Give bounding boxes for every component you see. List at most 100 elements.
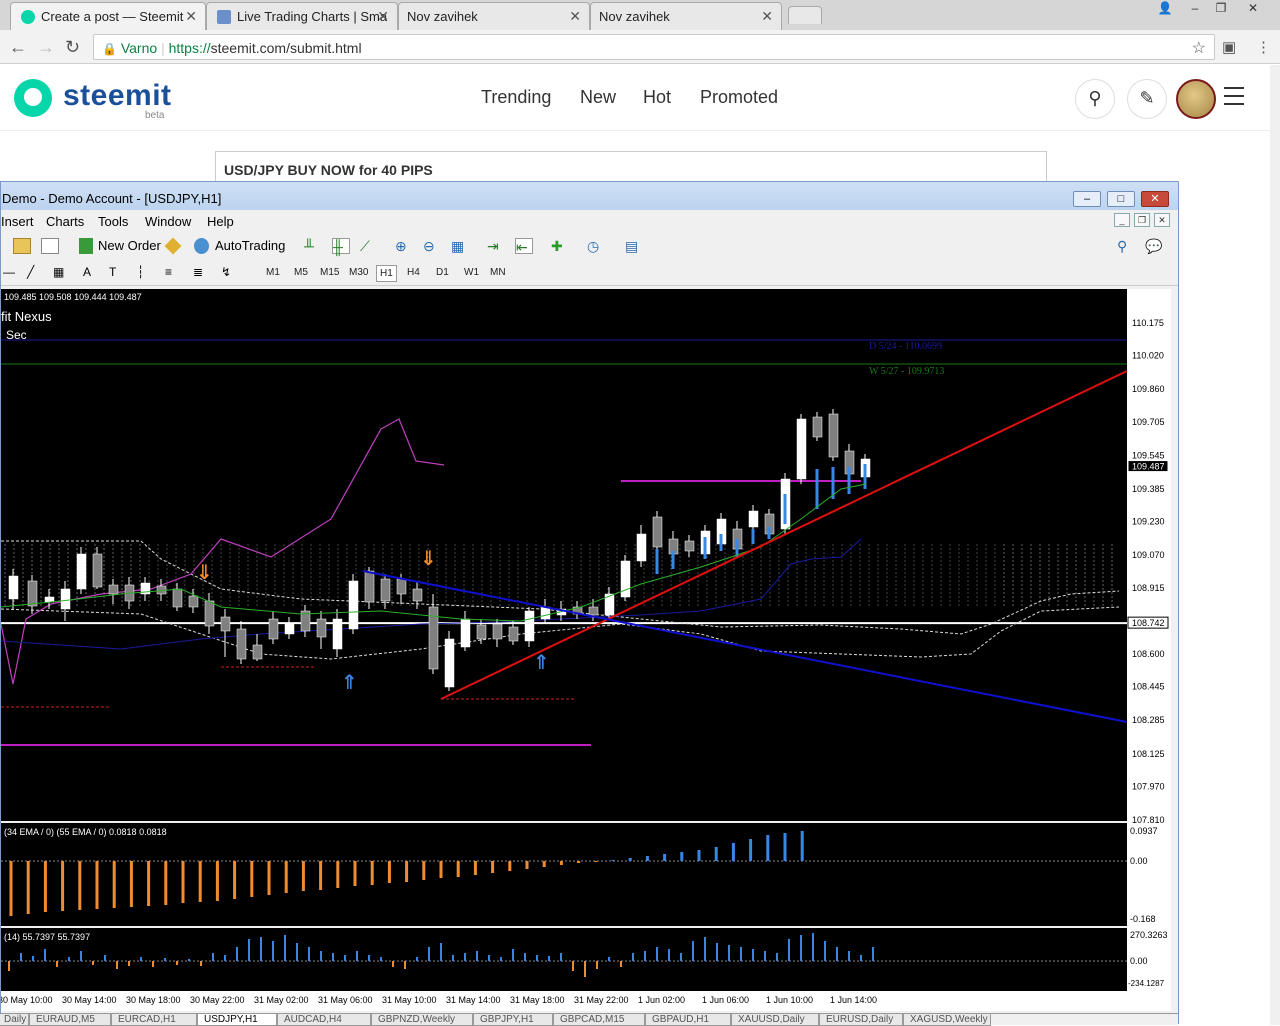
fibo-icon[interactable]: ┆ [137, 265, 155, 281]
chart-tab[interactable]: Daily [0, 1014, 29, 1026]
child-close-icon[interactable]: ✕ [1154, 213, 1170, 227]
steemit-logo-icon[interactable] [14, 79, 52, 117]
close-tab-icon[interactable]: ✕ [761, 8, 773, 25]
auto-scroll-icon[interactable]: ⇤ [515, 238, 533, 255]
mt4-minimize-icon[interactable]: – [1073, 191, 1101, 207]
time-tick-label: 1 Jun 06:00 [702, 995, 749, 1005]
close-tab-icon[interactable]: ✕ [569, 8, 581, 25]
open-folder-icon[interactable] [13, 238, 31, 254]
new-order-button[interactable]: New Order [98, 238, 161, 253]
timeframe-mn[interactable]: MN [487, 265, 509, 282]
hamburger-menu-icon[interactable] [1224, 87, 1244, 111]
mt4-maximize-icon[interactable]: □ [1107, 191, 1135, 207]
fibo-fan-icon[interactable]: ≡ [165, 265, 183, 281]
daily-level-label: D 5/24 - 110.0699 [869, 341, 942, 352]
timeframe-d1[interactable]: D1 [433, 265, 452, 282]
candle [796, 418, 807, 480]
menu-insert[interactable]: Insert [1, 214, 34, 229]
nav-trending[interactable]: Trending [481, 87, 551, 108]
bookmark-star-icon[interactable]: ☆ [1192, 38, 1206, 58]
chart-tab[interactable]: XAUUSD,Daily [731, 1014, 819, 1026]
menu-charts[interactable]: Charts [46, 214, 84, 229]
chart-tab[interactable]: GBPAUD,H1 [645, 1014, 731, 1026]
text-label-icon[interactable]: T [109, 265, 127, 281]
chart-tab[interactable]: AUDCAD,H4 [277, 1014, 371, 1026]
chart-area[interactable]: 110.175 110.020 109.860 109.705 109.545 109.3… [1, 289, 1171, 1011]
close-tab-icon[interactable]: ✕ [377, 8, 389, 25]
line-chart-icon[interactable]: ⟋ [360, 238, 378, 254]
chart-tab[interactable]: EURCAD,H1 [111, 1014, 197, 1026]
write-post-button[interactable]: ✎ [1127, 79, 1167, 119]
browser-tab-live-charts[interactable]: Live Trading Charts | Sma ✕ [206, 2, 398, 30]
timeframe-w1[interactable]: W1 [461, 265, 482, 282]
experts-icon[interactable] [164, 237, 182, 255]
candle [636, 533, 647, 562]
indicators-icon[interactable]: ✚ [551, 238, 569, 254]
chart-tab[interactable]: XAGUSD,Weekly [903, 1014, 991, 1026]
timeframe-h1[interactable]: H1 [376, 265, 397, 282]
timeframe-m30[interactable]: M30 [346, 265, 371, 282]
timeframe-m15[interactable]: M15 [317, 265, 342, 282]
price-chart[interactable]: 110.175 110.020 109.860 109.705 109.545 109.3… [1, 289, 1171, 1011]
timeframe-m5[interactable]: M5 [291, 265, 311, 282]
templates-icon[interactable]: ▤ [625, 238, 643, 254]
trendline-icon[interactable]: ╱ [27, 265, 45, 281]
chart-tab[interactable]: USDJPY,H1 [197, 1014, 277, 1026]
nav-hot[interactable]: Hot [643, 87, 671, 108]
nav-new[interactable]: New [580, 87, 616, 108]
fibo-expansion-icon[interactable]: ≣ [193, 265, 211, 281]
menu-dots-icon[interactable]: ⋮ [1256, 38, 1271, 56]
chart-tab[interactable]: GBPNZD,Weekly [371, 1014, 473, 1026]
chart-tab[interactable]: EURAUD,M5 [29, 1014, 111, 1026]
timeframe-h4[interactable]: H4 [404, 265, 423, 282]
candle [172, 588, 183, 608]
profiles-icon[interactable] [41, 238, 59, 254]
nav-promoted[interactable]: Promoted [700, 87, 778, 108]
page-scrollbar[interactable] [1270, 65, 1280, 1025]
close-window-icon[interactable]: ✕ [1242, 1, 1264, 17]
periods-icon[interactable]: ◷ [587, 238, 605, 254]
back-icon[interactable]: ← [9, 37, 27, 58]
profile-icon[interactable]: 👤 [1154, 1, 1176, 17]
chart-shift-icon[interactable]: ⇥ [487, 238, 505, 254]
mt4-close-icon[interactable]: ✕ [1141, 191, 1169, 207]
zoom-out-icon[interactable]: ⊖ [423, 238, 441, 254]
browser-tab-new-2[interactable]: Nov zavihek ✕ [590, 2, 782, 30]
close-tab-icon[interactable]: ✕ [185, 8, 197, 25]
restore-icon[interactable]: ❐ [1210, 1, 1232, 17]
horizontal-line-icon[interactable]: — [3, 265, 21, 281]
chat-icon[interactable]: 💬 [1145, 238, 1163, 254]
avatar[interactable] [1176, 79, 1216, 119]
chart-favicon-icon [217, 10, 231, 24]
text-icon[interactable]: A [83, 265, 101, 281]
chart-tab[interactable]: EURUSD,Daily [819, 1014, 903, 1026]
candle [44, 596, 55, 603]
extension-icon[interactable]: ▣ [1222, 38, 1236, 56]
search-button[interactable]: ⚲ [1075, 79, 1115, 119]
autotrading-button[interactable]: AutoTrading [215, 238, 285, 253]
candlestick-icon[interactable]: ╫ [332, 238, 350, 255]
steemit-logo[interactable]: steemit [63, 79, 172, 113]
menu-tools[interactable]: Tools [98, 214, 128, 229]
chart-tab[interactable]: GBPJPY,H1 [473, 1014, 553, 1026]
candle [76, 553, 87, 590]
browser-tab-steemit[interactable]: Create a post — Steemit ✕ [10, 2, 206, 30]
arrows-icon[interactable]: ↯ [221, 265, 239, 281]
forward-icon[interactable]: → [37, 37, 55, 58]
url-input[interactable]: 🔒 Varno | https://steemit.com/submit.htm… [93, 34, 1215, 60]
chart-tab[interactable]: GBPCAD,M15 [553, 1014, 645, 1026]
zoom-in-icon[interactable]: ⊕ [395, 238, 413, 254]
bar-chart-icon[interactable]: ╨ [304, 238, 322, 254]
channel-icon[interactable]: ▦ [53, 265, 71, 281]
menu-window[interactable]: Window [145, 214, 191, 229]
child-minimize-icon[interactable]: _ [1114, 213, 1130, 227]
new-tab-button[interactable] [788, 6, 822, 24]
reload-icon[interactable]: ↻ [65, 37, 80, 58]
search-icon[interactable]: ⚲ [1117, 238, 1135, 254]
minimize-icon[interactable]: – [1184, 1, 1206, 17]
menu-help[interactable]: Help [207, 214, 234, 229]
browser-tab-new-1[interactable]: Nov zavihek ✕ [398, 2, 590, 30]
timeframe-m1[interactable]: M1 [263, 265, 283, 282]
tile-windows-icon[interactable]: ▦ [451, 238, 469, 254]
child-restore-icon[interactable]: ❐ [1134, 213, 1150, 227]
